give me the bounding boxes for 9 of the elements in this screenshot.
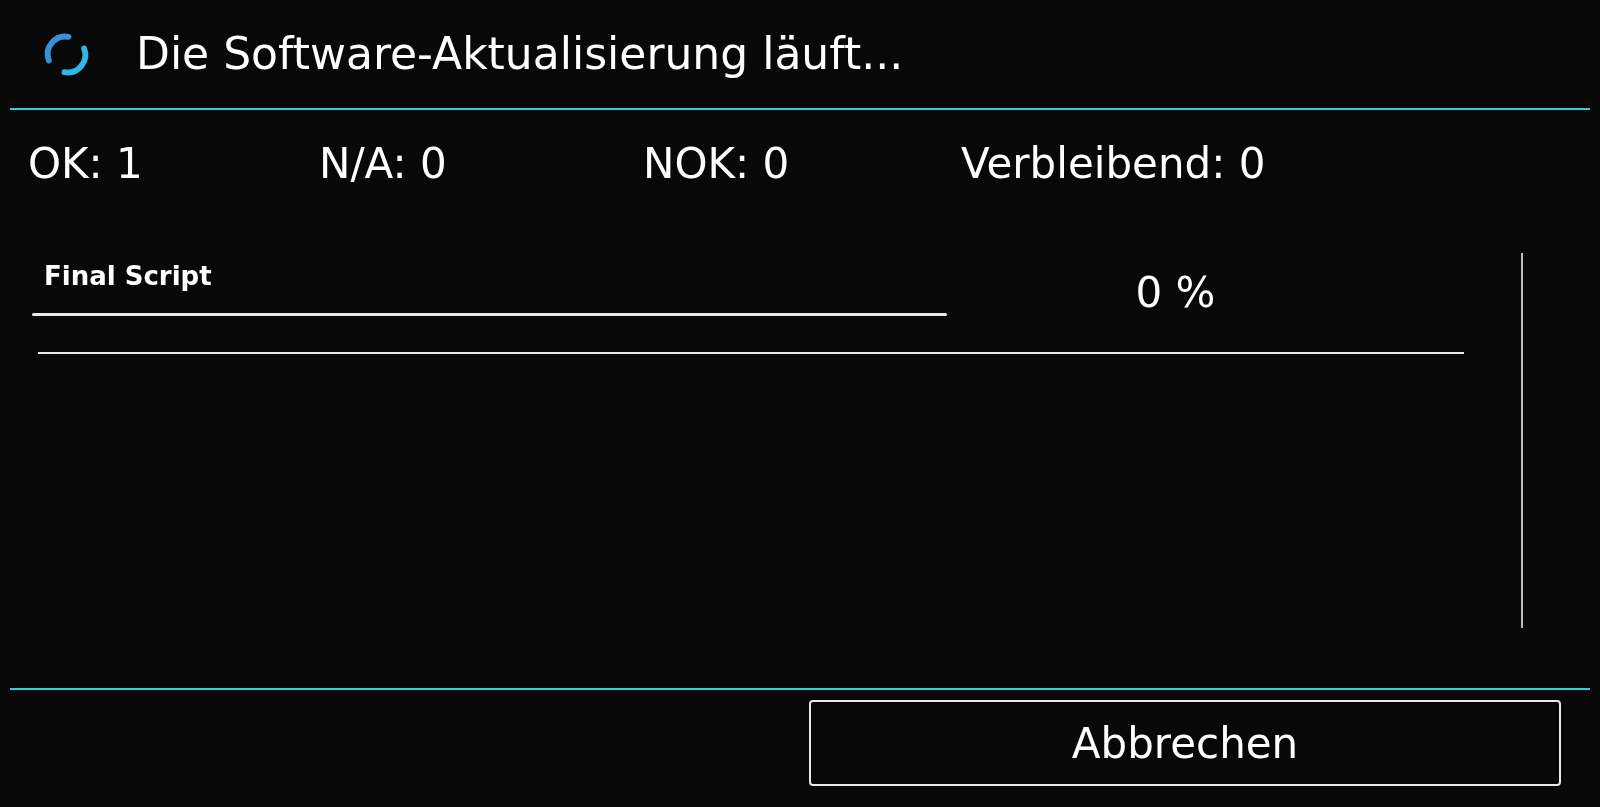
item-name: Final Script bbox=[44, 263, 213, 289]
status-count: OK: 1 bbox=[28, 143, 144, 185]
window-title: Die Software-Aktualisierung läuft... bbox=[136, 32, 904, 76]
status-count: N/A: 0 bbox=[319, 143, 448, 185]
status-count: NOK: 0 bbox=[643, 143, 791, 185]
scrollbar[interactable] bbox=[1521, 253, 1523, 628]
cancel-button[interactable]: Abbrechen bbox=[809, 700, 1561, 786]
status-count: Verbleibend: 0 bbox=[961, 143, 1266, 185]
progress-percent: 0 % bbox=[1135, 272, 1216, 314]
